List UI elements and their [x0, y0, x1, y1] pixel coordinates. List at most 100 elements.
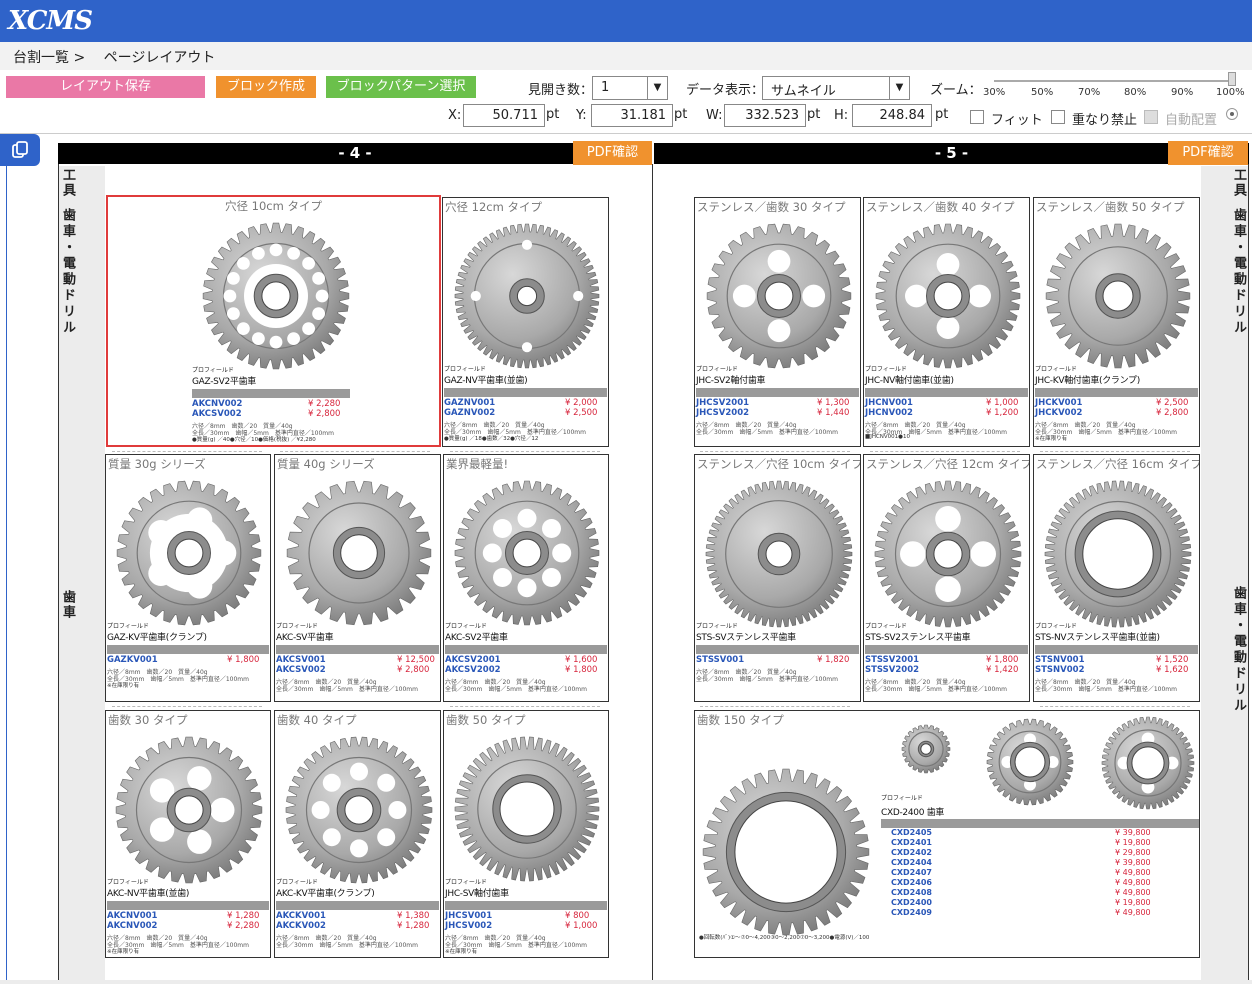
profile-label: プロフィールド — [276, 879, 318, 886]
product-block[interactable]: ステンレス／歯数 30 タイプ プロフィールド JHC-SV2軸付歯車 JHCSV2… — [694, 197, 861, 447]
product-name: AKC-KV平歯車(クランプ) — [276, 889, 375, 899]
guide-line — [1040, 706, 1190, 710]
gear-product-image — [284, 735, 434, 889]
profile-label: プロフィールド — [445, 623, 487, 630]
product-block[interactable]: 歯数 150 タイプ プロフィールド CXD-2400 歯車 CXD2405 ¥… — [694, 710, 1200, 958]
product-name: CXD-2400 歯車 — [881, 808, 945, 818]
gear-product-image — [701, 767, 871, 941]
product-block[interactable]: 穴径 12cm タイプ プロフィールド GAZ-NV平歯車(並歯) GAZNV001… — [442, 197, 609, 447]
product-code: AKCNV002 — [107, 921, 158, 931]
zoom-tick: 50% — [1031, 87, 1054, 98]
pdf-check-button-page5[interactable]: PDF確認 — [1168, 141, 1248, 165]
profile-label: プロフィールド — [276, 623, 318, 630]
guide-line — [450, 451, 600, 455]
product-price: ¥ 12,500 — [397, 655, 435, 665]
no-overlap-checkbox[interactable] — [1051, 110, 1065, 124]
product-code: AKCSV2002 — [445, 665, 501, 675]
index-label: 工具 — [60, 168, 75, 198]
product-name: GAZ-NV平歯車(並歯) — [444, 376, 528, 386]
profile-label: プロフィールド — [865, 366, 907, 373]
display-select[interactable]: サムネイル ▼ — [762, 76, 910, 100]
product-block[interactable]: ステンレス／穴径 16cm タイプ プロフィールド STS-NVステンレス平歯車(… — [1033, 454, 1200, 702]
gear-product-image — [453, 479, 601, 631]
page-5-index-bar: 工具 歯車・電動ドリル 歯車・電動ドリル — [1201, 166, 1248, 984]
zoom-slider-thumb[interactable] — [1228, 72, 1236, 86]
table-header — [107, 901, 269, 910]
page-4-header: - 4 - — [58, 143, 652, 164]
profile-label: プロフィールド — [1035, 623, 1077, 630]
block-title: ステンレス／穴径 10cm タイプ — [697, 457, 861, 471]
option-radio[interactable] — [1226, 108, 1238, 120]
product-block[interactable]: ステンレス／歯数 40 タイプ プロフィールド JHC-NV軸付歯車(並歯) JHC… — [863, 197, 1030, 447]
x-input[interactable]: 50.711 — [463, 104, 545, 127]
table-row: CXD2401 ¥ 19,800 — [885, 838, 1195, 848]
fit-checkbox[interactable] — [970, 110, 984, 124]
product-block[interactable]: 質量 40g シリーズ プロフィールド AKC-SV平歯車 AKCSV001 ¥ 12… — [274, 454, 441, 702]
page-4-index-bar: 工具 歯車・電動ドリル 歯車 — [59, 166, 105, 984]
product-name: STS-SVステンレス平歯車 — [696, 633, 796, 643]
product-code: CXD2400 — [891, 898, 932, 907]
table-row: CXD2409 ¥ 49,800 — [885, 908, 1195, 918]
block-title: ステンレス／穴径 12cm タイプ — [866, 457, 1030, 471]
product-block[interactable]: ステンレス／穴径 10cm タイプ プロフィールド STS-SVステンレス平歯車 S… — [694, 454, 861, 702]
table-header — [445, 645, 607, 654]
product-price: ¥ 1,380 — [397, 911, 430, 921]
profile-label: プロフィールド — [107, 879, 149, 886]
zoom-tick: 90% — [1171, 87, 1194, 98]
product-code: AKCSV2001 — [445, 655, 501, 665]
h-label: H: — [834, 108, 849, 123]
block-title: 質量 30g シリーズ — [108, 457, 206, 471]
breadcrumb-parent-link[interactable]: 台割一覧 > — [13, 50, 85, 66]
zoom-slider[interactable] — [994, 80, 1234, 82]
product-block[interactable]: ステンレス／歯数 50 タイプ プロフィールド JHC-KV軸付歯車(クランプ) J… — [1033, 197, 1200, 447]
product-price: ¥ 2,280 — [227, 921, 260, 931]
product-code: STSNV002 — [1035, 665, 1085, 675]
product-code: STSSV2002 — [865, 665, 920, 675]
h-input[interactable]: 248.84 — [852, 104, 932, 127]
gear-product-image — [704, 479, 854, 633]
block-pattern-button[interactable]: ブロックパターン選択 — [326, 76, 476, 98]
block-title: 歯数 40 タイプ — [277, 713, 357, 727]
product-block[interactable]: 歯数 30 タイプ プロフィールド AKC-NV平歯車(並歯) AKCNV001 ¥ … — [105, 710, 271, 958]
product-price: ¥ 1,280 — [397, 921, 430, 931]
product-block[interactable]: 穴径 10cm タイプ プロフィールド GAZ-SV2平歯車 AKCNV002 ¥ 2… — [106, 195, 441, 447]
product-price: ¥ 29,800 — [1115, 848, 1151, 857]
table-row: CXD2407 ¥ 49,800 — [885, 868, 1195, 878]
product-block[interactable]: 業界最軽量! プロフィールド AKC-SV2平歯車 AKCSV2001 ¥ 1,600… — [443, 454, 609, 702]
profile-label: プロフィールド — [445, 879, 487, 886]
table-header — [865, 645, 1028, 654]
guide-line — [700, 706, 850, 710]
app-logo[interactable]: XCMS — [8, 6, 93, 36]
product-block[interactable]: ステンレス／穴径 12cm タイプ プロフィールド STS-SV2ステンレス平歯車… — [863, 454, 1030, 702]
w-input[interactable]: 332.523 — [724, 104, 806, 127]
table-header — [276, 901, 439, 910]
pdf-check-button-page4[interactable]: PDF確認 — [573, 141, 652, 165]
gear-product-image — [900, 723, 952, 779]
product-code: JHCSV001 — [445, 911, 493, 921]
save-layout-button[interactable]: レイアウト保存 — [6, 76, 205, 98]
product-code: AKCSV002 — [276, 665, 326, 675]
product-block[interactable]: 質量 30g シリーズ プロフィールド GAZ-KV平歯車(クランプ) GAZKV0… — [105, 454, 271, 702]
profile-label: プロフィールド — [865, 623, 907, 630]
block-title: 歯数 30 タイプ — [108, 713, 188, 727]
y-input[interactable]: 31.181 — [591, 104, 673, 127]
profile-label: プロフィールド — [192, 367, 234, 374]
product-name: STS-SV2ステンレス平歯車 — [865, 633, 971, 643]
auto-place-checkbox[interactable] — [1144, 110, 1158, 124]
profile-label: プロフィールド — [696, 366, 738, 373]
product-code: JHCNV002 — [865, 408, 913, 418]
table-row: CXD2400 ¥ 19,800 — [885, 898, 1195, 908]
copy-tab[interactable] — [0, 134, 40, 166]
fit-label: フィット — [991, 113, 1043, 128]
block-title: ステンレス／歯数 50 タイプ — [1036, 200, 1185, 214]
product-block[interactable]: 歯数 40 タイプ プロフィールド AKC-KV平歯車(クランプ) AKCKV001… — [274, 710, 441, 958]
create-block-button[interactable]: ブロック作成 — [216, 76, 316, 98]
product-price: ¥ 2,280 — [308, 399, 341, 409]
product-code: AKCSV002 — [192, 409, 242, 419]
product-price: ¥ 49,800 — [1115, 888, 1151, 897]
spread-select[interactable]: 1 ▼ — [592, 76, 668, 100]
gear-product-image — [201, 221, 351, 375]
product-block[interactable]: 歯数 50 タイプ プロフィールド JHC-SV軸付歯車 JHCSV001 ¥ 800… — [443, 710, 609, 958]
block-title: ステンレス／穴径 16cm タイプ — [1036, 457, 1200, 471]
y-unit: pt — [674, 107, 688, 122]
